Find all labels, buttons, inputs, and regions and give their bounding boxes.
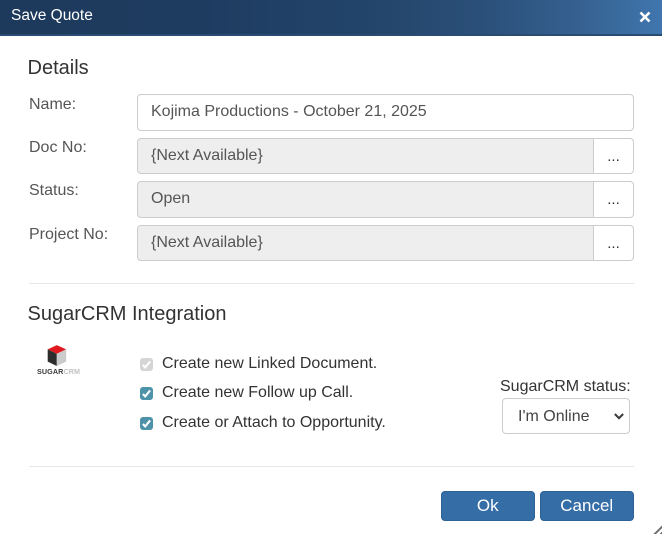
svg-text:SUGARCRM: SUGARCRM — [37, 367, 80, 376]
